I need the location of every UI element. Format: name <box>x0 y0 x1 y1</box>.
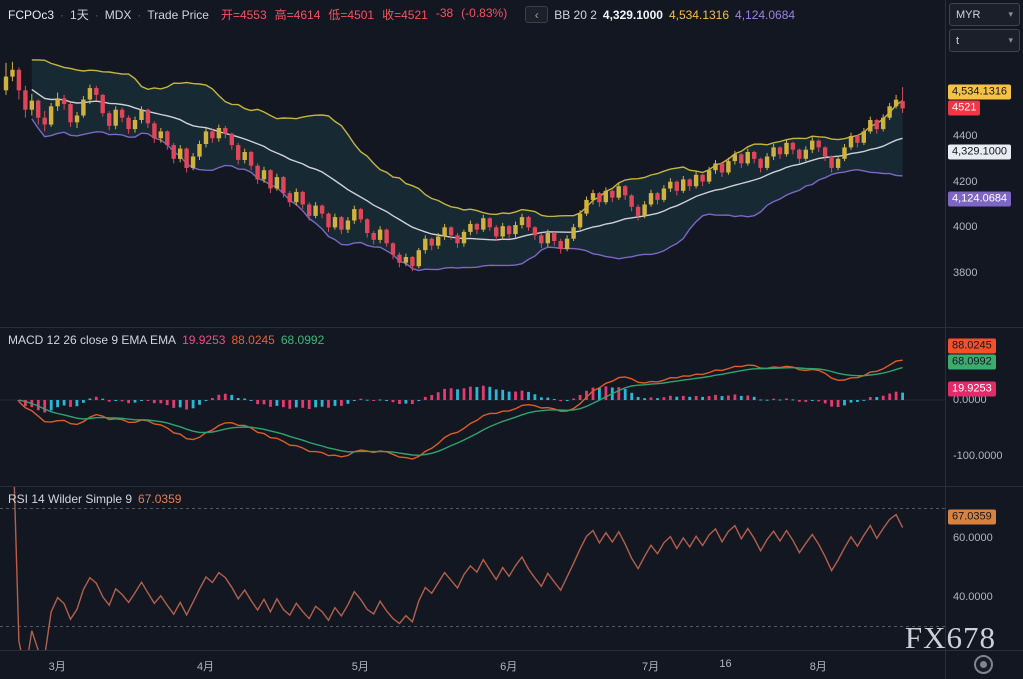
chevron-left-icon: ‹ <box>534 7 539 22</box>
macd-legend: MACD 12 26 close 9 EMA EMA 19.9253 88.02… <box>8 333 324 347</box>
last-price-badge: 4521 <box>948 100 981 116</box>
exchange-label: MDX <box>104 7 132 22</box>
high-value: 高=4614 <box>274 8 321 22</box>
chevron-down-icon: ▾ <box>1008 35 1013 45</box>
macd-line-badge: 88.0245 <box>948 338 996 354</box>
macd-line-value: 88.0245 <box>231 333 275 347</box>
rsi-value: 67.0359 <box>138 492 182 506</box>
price-tick-label: 4400 <box>953 130 978 142</box>
pane-divider <box>0 650 1023 651</box>
bb-upper-badge: 4,534.1316 <box>948 84 1012 100</box>
bb-indicator-label[interactable]: BB 20 2 <box>554 8 597 22</box>
macd-indicator-label[interactable]: MACD 12 26 close 9 EMA EMA <box>8 333 176 347</box>
macd-chart <box>0 359 945 460</box>
trading-chart-app: FCPOc3 · 1天 · MDX · Trade Price 开=4553 高… <box>0 0 1023 679</box>
close-value: 收=4521 <box>382 8 428 22</box>
macd-signal-value: 68.0992 <box>280 333 325 347</box>
time-axis-label: 16 <box>719 658 732 670</box>
collapse-legend-button[interactable]: ‹ <box>525 6 549 23</box>
candlestick-chart <box>3 59 905 272</box>
price-tick-label: 4200 <box>953 175 978 188</box>
legend-separator: · <box>94 7 99 22</box>
rsi-tick-label: 60.0000 <box>953 532 993 544</box>
change-value: -38 <box>435 6 454 20</box>
currency-select[interactable]: MYR ▾ <box>949 3 1020 26</box>
macd-tick-label: -100.0000 <box>953 450 1003 462</box>
price-type-label: Trade Price <box>147 7 209 22</box>
time-axis-label: 3月 <box>48 661 66 673</box>
unit-select[interactable]: t ▾ <box>949 29 1020 52</box>
macd-pane[interactable]: MACD 12 26 close 9 EMA EMA 19.9253 88.02… <box>0 327 945 486</box>
bb-lower-badge: 4,124.0684 <box>948 191 1012 207</box>
macd-hist-badge: 19.9253 <box>948 381 996 397</box>
time-axis[interactable]: 3月 4月 5月 6月 7月 16 8月 <box>0 650 945 679</box>
circle-dot-icon <box>980 661 987 668</box>
rsi-tick-label: 40.0000 <box>953 591 993 603</box>
rsi-value-badge: 67.0359 <box>948 509 996 525</box>
rsi-indicator-label[interactable]: RSI 14 Wilder Simple 9 <box>8 492 132 506</box>
price-pane[interactable]: FCPOc3 · 1天 · MDX · Trade Price 开=4553 高… <box>0 0 945 327</box>
currency-select-value: MYR <box>956 8 981 21</box>
open-value: 开=4553 <box>220 8 267 22</box>
interval-label[interactable]: 1天 <box>70 6 89 23</box>
bb-basis-badge: 4,329.1000 <box>948 144 1012 160</box>
macd-signal-badge: 68.0992 <box>948 354 996 370</box>
bb-basis-value: 4,329.1000 <box>602 7 663 22</box>
unit-select-value: t <box>956 34 960 47</box>
legend-separator: · <box>60 7 65 22</box>
time-axis-label: 6月 <box>500 661 518 673</box>
price-axis[interactable]: MYR ▾ t ▾ 4400 4200 4000 3800 0.0000 -100.000… <box>945 0 1023 679</box>
bb-lower-value: 4,124.0684 <box>735 7 796 22</box>
time-axis-label: 7月 <box>642 661 660 673</box>
price-tick-label: 3800 <box>953 266 978 279</box>
time-axis-label: 5月 <box>351 661 369 673</box>
main-legend: FCPOc3 · 1天 · MDX · Trade Price 开=4553 高… <box>8 6 795 23</box>
macd-hist-value: 19.9253 <box>182 333 226 347</box>
pane-divider[interactable] <box>0 327 1023 328</box>
price-tick-label: 4000 <box>953 221 978 234</box>
rsi-legend: RSI 14 Wilder Simple 9 67.0359 <box>8 492 181 506</box>
ohlc-values: 开=4553 高=4614 低=4501 收=4521 -38 (-0.83%) <box>221 6 507 23</box>
rsi-chart <box>0 486 945 650</box>
symbol-name[interactable]: FCPOc3 <box>8 8 54 22</box>
chevron-down-icon: ▾ <box>1008 9 1013 19</box>
time-axis-label: 8月 <box>809 661 827 673</box>
legend-separator: · <box>137 7 142 22</box>
low-value: 低=4501 <box>328 8 375 22</box>
bb-upper-value: 4,534.1316 <box>668 7 730 22</box>
pane-divider[interactable] <box>0 486 1023 487</box>
rsi-pane[interactable]: RSI 14 Wilder Simple 9 67.0359 <box>0 486 945 650</box>
fx678-watermark: FX678 <box>904 620 996 655</box>
change-percent-value: (-0.83%) <box>461 6 508 20</box>
time-axis-corner-button[interactable] <box>974 655 993 674</box>
time-axis-label: 4月 <box>196 661 215 673</box>
